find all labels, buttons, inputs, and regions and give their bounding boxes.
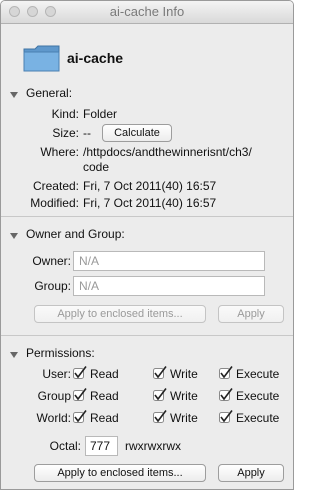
separator [1,335,293,336]
user-execute-checkbox[interactable] [219,366,233,380]
permissions-world-label: World: [36,411,71,425]
owner-group-section-title[interactable]: Owner and Group: [26,227,125,241]
created-label: Created: [32,179,79,193]
permissions-user-label: User: [42,367,71,381]
user-read-checkbox[interactable] [73,366,87,380]
general-disclosure-triangle-icon[interactable] [10,92,18,98]
world-execute-label: Execute [236,411,280,425]
user-write-label: Write [170,367,198,381]
where-value: /httpdocs/andthewinnerisnt/ch3/ [83,145,252,159]
world-execute-checkbox[interactable] [219,410,233,424]
owner-group-disclosure-triangle-icon[interactable] [10,233,18,239]
info-window: ai-cache Info ai-cache General: Kind: Fo… [0,0,294,490]
created-value: Fri, 7 Oct 2011(40) 16:57 [83,179,217,193]
world-write-label: Write [170,411,198,425]
user-execute-label: Execute [236,367,280,381]
kind-value: Folder [83,107,118,121]
title-bar[interactable]: ai-cache Info [1,1,293,24]
group-read-checkbox[interactable] [73,388,87,402]
size-label: Size: [52,126,79,140]
group-write-label: Write [170,389,198,403]
world-write-checkbox[interactable] [153,410,167,424]
where-label: Where: [40,145,79,159]
group-execute-checkbox[interactable] [219,388,233,402]
group-read-label: Read [90,389,119,403]
world-read-checkbox[interactable] [73,410,87,424]
modified-value: Fri, 7 Oct 2011(40) 16:57 [83,196,217,210]
modified-label: Modified: [30,196,79,210]
user-write-checkbox[interactable] [153,366,167,380]
owner-apply-button[interactable]: Apply [218,305,284,323]
owner-apply-enclosed-button[interactable]: Apply to enclosed items... [34,305,206,323]
group-label: Group: [34,279,71,293]
where-value-continued: code [83,160,110,174]
general-section-title[interactable]: General: [26,86,72,100]
permissions-disclosure-triangle-icon[interactable] [10,352,18,358]
size-value: -- [83,126,91,140]
separator [1,216,293,217]
group-execute-label: Execute [236,389,280,403]
permissions-apply-button[interactable]: Apply [218,464,284,482]
owner-field[interactable]: N/A [73,251,265,271]
world-read-label: Read [90,411,119,425]
calculate-button[interactable]: Calculate [102,124,172,142]
permissions-apply-enclosed-button[interactable]: Apply to enclosed items... [34,464,206,482]
permissions-section-title[interactable]: Permissions: [26,346,95,360]
folder-icon [23,45,60,72]
kind-label: Kind: [51,107,79,121]
window-title: ai-cache Info [109,4,185,19]
group-field[interactable]: N/A [73,276,265,296]
symbolic-permissions: rwxrwxrwx [125,439,181,453]
owner-label: Owner: [32,254,71,268]
user-read-label: Read [90,367,119,381]
octal-field[interactable]: 777 [85,436,118,456]
permissions-group-label: Group [37,389,71,403]
group-write-checkbox[interactable] [153,388,167,402]
octal-label: Octal: [49,439,81,453]
item-name: ai-cache [67,50,124,66]
